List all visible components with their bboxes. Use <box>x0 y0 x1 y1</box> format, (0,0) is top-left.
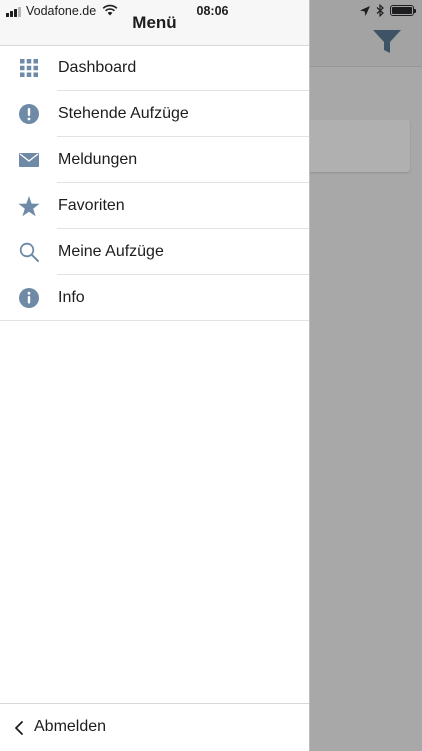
menu-item-label: Dashboard <box>58 59 137 76</box>
menu-item-favoriten[interactable]: Favoriten <box>0 183 309 229</box>
menu-item-meine-aufzuege[interactable]: Meine Aufzüge <box>0 229 309 275</box>
search-icon <box>18 241 40 263</box>
filter-icon[interactable] <box>372 28 402 56</box>
menu-item-label: Favoriten <box>58 197 125 214</box>
star-icon <box>18 195 40 217</box>
menu-item-info[interactable]: Info <box>0 275 309 321</box>
grid-icon <box>18 57 40 79</box>
menu-item-dashboard[interactable]: Dashboard <box>0 45 309 91</box>
menu-item-label: Meine Aufzüge <box>58 243 164 260</box>
logout-button[interactable]: Abmelden <box>0 703 309 751</box>
side-menu-drawer: Menü Dashboard Stehende Aufzüge Meldunge… <box>0 0 310 751</box>
menu-item-label: Stehende Aufzüge <box>58 105 189 122</box>
bluetooth-icon <box>376 4 384 17</box>
menu-list: Dashboard Stehende Aufzüge Meldungen Fav… <box>0 45 309 321</box>
info-circle-icon <box>18 287 40 309</box>
background-card[interactable] <box>300 120 410 172</box>
menu-item-label: Meldungen <box>58 151 138 168</box>
location-arrow-icon <box>360 6 370 16</box>
menu-item-label: Info <box>58 289 85 306</box>
status-bar: Vodafone.de 08:06 <box>0 0 422 22</box>
logout-label: Abmelden <box>34 718 107 735</box>
envelope-icon <box>18 149 40 171</box>
menu-item-meldungen[interactable]: Meldungen <box>0 137 309 183</box>
chevron-left-icon <box>15 721 23 735</box>
exclamation-circle-icon <box>18 103 40 125</box>
menu-item-stehende-aufzuege[interactable]: Stehende Aufzüge <box>0 91 309 137</box>
status-time: 08:06 <box>196 4 229 18</box>
battery-icon <box>390 5 416 16</box>
